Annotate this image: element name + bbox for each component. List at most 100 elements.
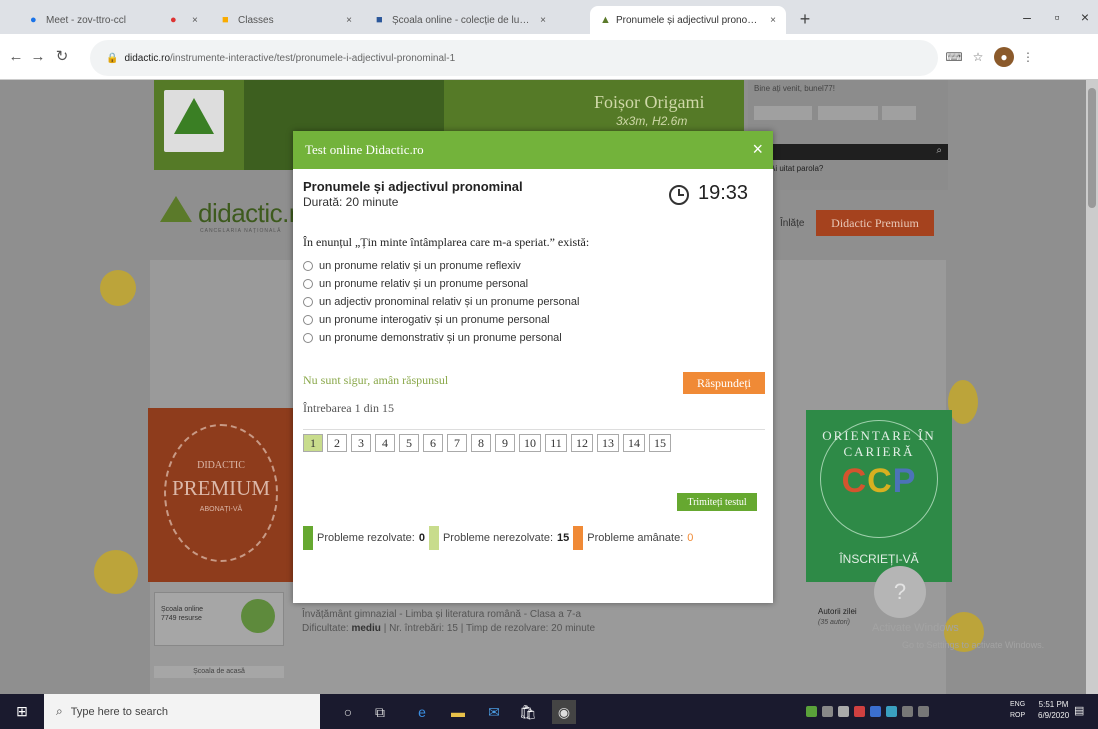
submit-test-button[interactable]: Trimiteți testul — [677, 493, 757, 511]
authors-count: (35 autori) — [818, 619, 850, 626]
question-number-button[interactable]: 14 — [623, 434, 645, 452]
difficulty-value: mediu — [351, 623, 381, 634]
notifications-icon[interactable]: ▤ — [1074, 704, 1088, 718]
answer-option[interactable]: un pronume demonstrativ și un pronume pe… — [303, 329, 579, 347]
didactic-premium-button[interactable]: Didactic Premium — [816, 210, 934, 236]
tray-app-icon[interactable] — [822, 706, 833, 717]
taskbar-clock[interactable]: 5:51 PM 6/9/2020 — [1038, 699, 1069, 721]
didactic-logo[interactable]: didactic.r CANCELARIA NAȚIONALĂ — [160, 190, 300, 240]
question-navigator: 1 2 3 4 5 6 7 8 9 10 11 12 13 14 15 — [303, 429, 765, 456]
radio-button[interactable] — [303, 315, 313, 325]
school-home-link[interactable]: Școala de acasă — [154, 666, 284, 678]
address-bar[interactable]: 🔒 didactic.ro /instrumente-interactive/t… — [90, 40, 938, 76]
store-icon[interactable]: 🛍 — [516, 700, 540, 724]
language-indicator[interactable]: ENG ROP — [1010, 699, 1025, 721]
tab-recording[interactable]: ● × — [160, 6, 206, 34]
forward-icon[interactable]: → — [28, 46, 48, 66]
tab-meet[interactable]: ● Meet - zov-ttro-ccl — [20, 6, 150, 34]
profile-button[interactable] — [818, 106, 878, 120]
question-number-button[interactable]: 11 — [545, 434, 567, 452]
radio-button[interactable] — [303, 297, 313, 307]
question-number-button[interactable]: 9 — [495, 434, 515, 452]
author-avatar[interactable]: ? — [874, 566, 926, 618]
question-number-button[interactable]: 1 — [303, 434, 323, 452]
answer-option[interactable]: un pronume relativ și un pronume persona… — [303, 275, 579, 293]
windows-start-icon[interactable]: ⊞ — [0, 694, 44, 729]
mail-icon[interactable]: ✉ — [482, 700, 506, 724]
menu-kebab-icon[interactable]: ⋮ — [1018, 47, 1038, 67]
volume-icon[interactable] — [918, 706, 929, 717]
radio-button[interactable] — [303, 261, 313, 271]
tray-app-icon[interactable] — [870, 706, 881, 717]
tray-app-icon[interactable] — [806, 706, 817, 717]
tab-title: Școala online - colecție de lucrări — [392, 14, 535, 26]
file-explorer-icon[interactable]: ▬ — [446, 700, 470, 724]
tab-close-icon[interactable]: × — [192, 15, 198, 26]
ccp-letter: C — [841, 462, 868, 500]
answer-option[interactable]: un pronume interogativ și un pronume per… — [303, 311, 579, 329]
clock-time: 5:51 PM — [1038, 700, 1069, 709]
edge-icon[interactable]: e — [410, 700, 434, 724]
premium-promo[interactable]: DIDACTIC PREMIUM ABONAȚI-VĂ — [148, 408, 294, 582]
task-view-icon[interactable]: ⧉ — [368, 700, 392, 724]
tab-close-icon[interactable]: × — [770, 15, 776, 26]
classroom-icon: ■ — [222, 14, 229, 26]
radio-button[interactable] — [303, 333, 313, 343]
tray-app-icon[interactable] — [854, 706, 865, 717]
new-tab-button[interactable]: + — [792, 6, 818, 32]
answer-option[interactable]: un adjectiv pronominal relativ și un pro… — [303, 293, 579, 311]
close-icon[interactable]: × — [752, 140, 763, 158]
career-promo[interactable]: ORIENTARE ÎN CARIERĂ CCP ÎNSCRIEȚI-VĂ — [806, 410, 952, 582]
page-scrollbar[interactable] — [1086, 80, 1098, 694]
taskbar-search[interactable]: ⌕ Type here to search — [44, 694, 320, 729]
answer-option[interactable]: un pronume relativ și un pronume reflexi… — [303, 257, 579, 275]
logout-button[interactable] — [882, 106, 916, 120]
message-button[interactable] — [754, 106, 812, 120]
tab-pronumele[interactable]: ▲ Pronumele și adjectivul pronominal × — [590, 6, 786, 34]
question-number-button[interactable]: 5 — [399, 434, 419, 452]
question-number-button[interactable]: 2 — [327, 434, 347, 452]
legend-count: 0 — [418, 532, 425, 544]
forgot-link[interactable]: Ai uitat parola? — [770, 164, 823, 173]
tab-close-icon[interactable]: × — [540, 15, 546, 26]
postpone-link[interactable]: Nu sunt sigur, amân răspunsul — [303, 373, 448, 388]
radio-button[interactable] — [303, 279, 313, 289]
legend-unsolved: Probleme nerezolvate: 15 — [428, 526, 569, 550]
bookmark-star-icon[interactable]: ☆ — [968, 47, 988, 67]
career-arc-text: ORIENTARE ÎN CARIERĂ — [822, 428, 936, 459]
minimize-icon[interactable]: – — [1014, 4, 1040, 30]
question-progress: Întrebarea 1 din 15 — [303, 401, 394, 415]
question-number-button[interactable]: 13 — [597, 434, 619, 452]
close-window-icon[interactable]: × — [1072, 4, 1098, 30]
question-number-button[interactable]: 10 — [519, 434, 541, 452]
reload-icon[interactable]: ↻ — [52, 46, 72, 66]
brand-name: didactic.r — [198, 198, 298, 228]
question-text: În enunțul „Țin minte întâmplarea care m… — [303, 235, 590, 249]
tab-scoala-online[interactable]: ■ Școala online - colecție de lucrări × — [366, 6, 556, 34]
question-number-button[interactable]: 7 — [447, 434, 467, 452]
translate-icon[interactable]: ⌨ — [944, 47, 964, 67]
question-number-button[interactable]: 3 — [351, 434, 371, 452]
question-number-button[interactable]: 6 — [423, 434, 443, 452]
scrollbar-thumb[interactable] — [1088, 88, 1096, 208]
question-number-button[interactable]: 4 — [375, 434, 395, 452]
tray-app-icon[interactable] — [838, 706, 849, 717]
tab-classes[interactable]: ■ Classes × — [212, 6, 362, 34]
maximize-icon[interactable]: ▫ — [1044, 4, 1070, 30]
answer-button[interactable]: Răspundeți — [683, 372, 765, 394]
site-search-input[interactable]: ⌕ — [770, 144, 948, 160]
nav-link[interactable]: Înlățe — [780, 218, 804, 229]
question-number-button[interactable]: 12 — [571, 434, 593, 452]
school-online-widget[interactable]: Școala online 7749 resurse — [154, 592, 284, 646]
question-number-button[interactable]: 8 — [471, 434, 491, 452]
ccp-letter: P — [892, 462, 917, 500]
network-icon[interactable] — [902, 706, 913, 717]
back-icon[interactable]: ← — [6, 46, 26, 66]
cortana-icon[interactable]: ○ — [336, 700, 360, 724]
authors-of-day[interactable]: Autorii zilei (35 autori) — [818, 606, 857, 628]
tray-app-icon[interactable] — [886, 706, 897, 717]
chrome-icon[interactable]: ◉ — [552, 700, 576, 724]
tab-close-icon[interactable]: × — [346, 15, 352, 26]
question-number-button[interactable]: 15 — [649, 434, 671, 452]
profile-avatar[interactable]: ● — [994, 47, 1014, 67]
